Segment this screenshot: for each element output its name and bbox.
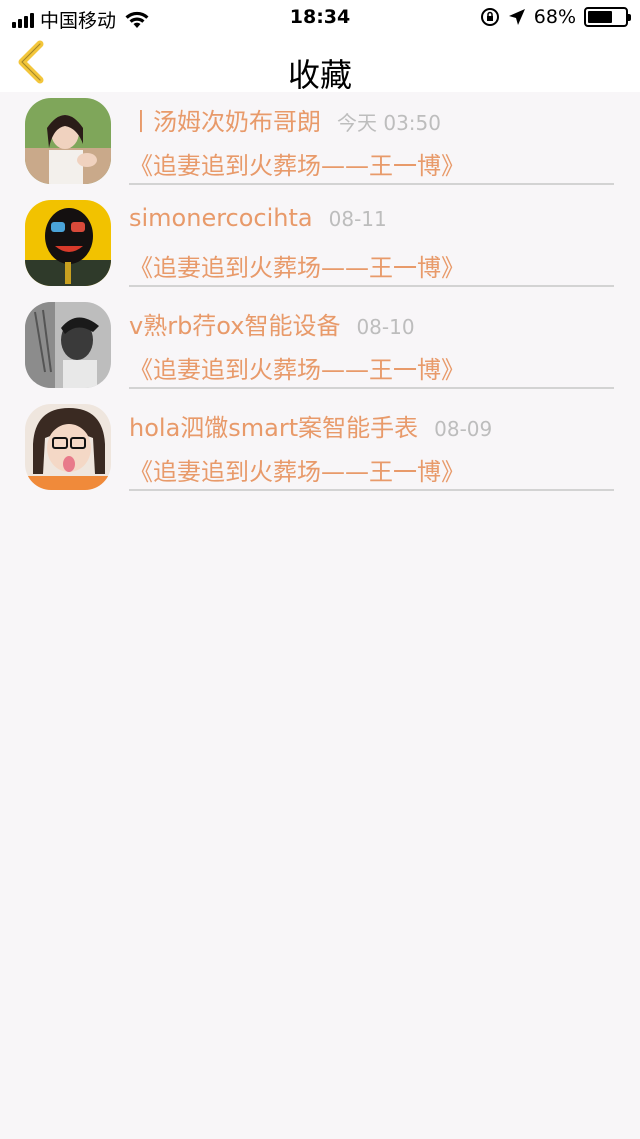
orientation-lock-icon xyxy=(480,8,499,26)
status-bar: 中国移动 18:34 68% xyxy=(0,0,640,36)
location-arrow-icon xyxy=(508,9,525,25)
divider xyxy=(129,387,614,389)
item-time: 08-10 xyxy=(356,315,415,339)
navigation-bar: 收藏 xyxy=(0,36,640,94)
avatar-image xyxy=(25,404,111,490)
avatar xyxy=(25,302,111,388)
item-subtitle: 《追妻追到火葬场——王一博》 xyxy=(129,254,465,282)
list-item[interactable]: v熟rb荇ox智能设备 08-10 《追妻追到火葬场——王一博》 xyxy=(0,296,640,398)
item-name: 丨汤姆次奶布哥朗 今天 03:50 xyxy=(129,102,441,137)
item-time: 08-11 xyxy=(328,207,387,231)
list-item[interactable]: simonercocihta 08-11 《追妻追到火葬场——王一博》 xyxy=(0,194,640,296)
list-item[interactable]: 丨汤姆次奶布哥朗 今天 03:50 《追妻追到火葬场——王一博》 xyxy=(0,92,640,194)
list-item[interactable]: hola泗馓smart案智能手表 08-09 《追妻追到火葬场——王一博》 xyxy=(0,398,640,500)
avatar-image xyxy=(25,98,111,184)
item-name: hola泗馓smart案智能手表 08-09 xyxy=(129,408,492,443)
avatar xyxy=(25,98,111,184)
item-subtitle: 《追妻追到火葬场——王一博》 xyxy=(129,458,465,486)
item-time: 今天 03:50 xyxy=(337,111,441,135)
item-name: v熟rb荇ox智能设备 08-10 xyxy=(129,306,415,341)
battery-percent: 68% xyxy=(533,6,576,28)
item-name: simonercocihta 08-11 xyxy=(129,204,387,232)
divider xyxy=(129,183,614,185)
battery-icon xyxy=(584,7,631,27)
avatar-image xyxy=(25,302,111,388)
status-right: 68% xyxy=(480,6,631,28)
favorites-list: 丨汤姆次奶布哥朗 今天 03:50 《追妻追到火葬场——王一博》 simonerc… xyxy=(0,92,640,500)
avatar-image xyxy=(25,200,111,286)
battery-fill xyxy=(588,11,613,23)
item-time: 08-09 xyxy=(434,417,493,441)
divider xyxy=(129,285,614,287)
item-name-text: v熟rb荇ox智能设备 xyxy=(129,312,341,340)
item-subtitle: 《追妻追到火葬场——王一博》 xyxy=(129,356,465,384)
item-name-text: 丨汤姆次奶布哥朗 xyxy=(129,108,321,136)
item-name-text: simonercocihta xyxy=(129,204,313,232)
avatar xyxy=(25,200,111,286)
page-title: 收藏 xyxy=(287,56,352,94)
avatar xyxy=(25,404,111,490)
item-subtitle: 《追妻追到火葬场——王一博》 xyxy=(129,152,465,180)
item-name-text: hola泗馓smart案智能手表 xyxy=(129,414,419,442)
divider xyxy=(129,489,614,491)
